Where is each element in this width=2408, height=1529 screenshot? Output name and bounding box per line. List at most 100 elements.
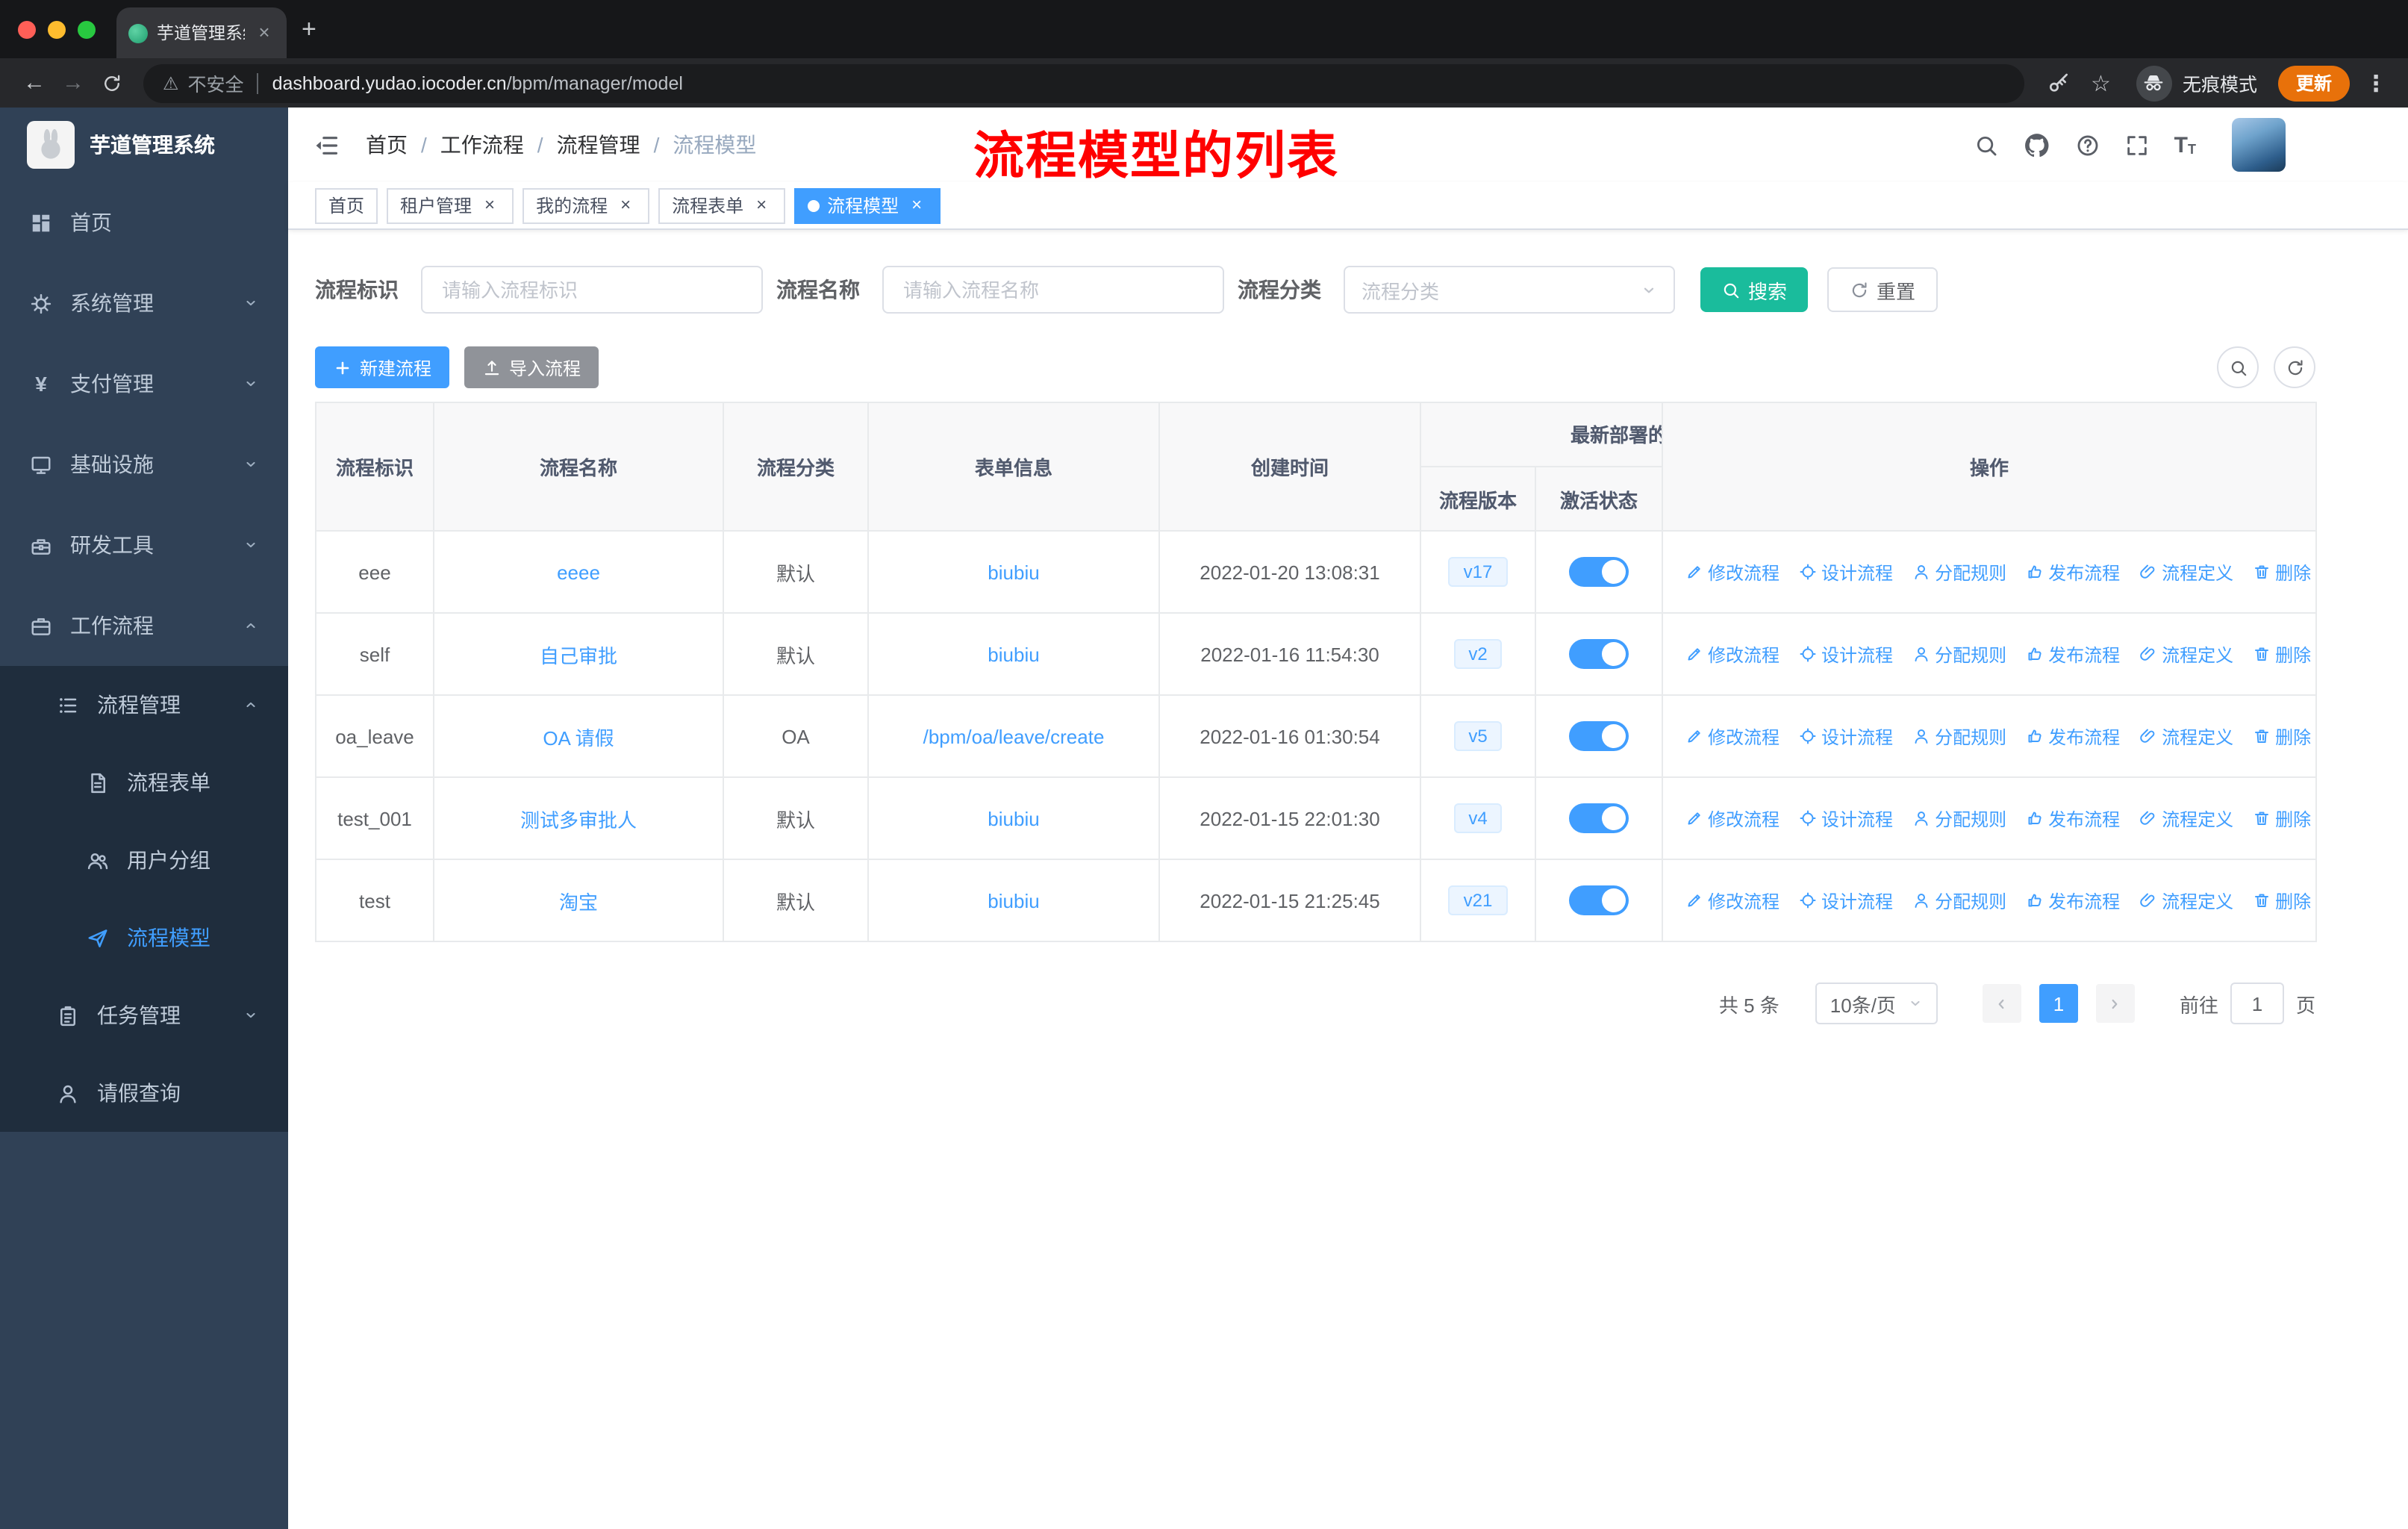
- sidebar-item-workflow[interactable]: 工作流程: [0, 585, 288, 666]
- design-process-link[interactable]: 设计流程: [1799, 888, 1893, 913]
- help-icon[interactable]: [2076, 132, 2101, 158]
- process-definition-link[interactable]: 流程定义: [2139, 641, 2233, 667]
- process-name-link[interactable]: 淘宝: [559, 891, 598, 913]
- password-key-icon[interactable]: [2046, 71, 2070, 95]
- form-link[interactable]: /bpm/oa/leave/create: [923, 725, 1105, 747]
- publish-process-link[interactable]: 发布流程: [2026, 888, 2120, 913]
- sidebar-item-devtools[interactable]: 研发工具: [0, 505, 288, 585]
- form-link[interactable]: biubiu: [988, 889, 1039, 912]
- sidebar-item-leave-query[interactable]: 请假查询: [0, 1054, 288, 1132]
- toggle-search-button[interactable]: [2217, 346, 2259, 388]
- process-name-link[interactable]: 测试多审批人: [520, 809, 637, 831]
- back-button[interactable]: ←: [15, 70, 54, 96]
- new-tab-button[interactable]: +: [302, 14, 316, 44]
- tag-process-form[interactable]: 流程表单 ×: [658, 187, 786, 223]
- assign-rule-link[interactable]: 分配规则: [1912, 888, 2006, 913]
- form-link[interactable]: biubiu: [988, 643, 1039, 665]
- assign-rule-link[interactable]: 分配规则: [1912, 641, 2006, 667]
- modify-process-link[interactable]: 修改流程: [1685, 888, 1780, 913]
- minimize-window-button[interactable]: [48, 20, 66, 38]
- design-process-link[interactable]: 设计流程: [1799, 723, 1893, 749]
- process-name-link[interactable]: 自己审批: [540, 644, 617, 667]
- page-size-select[interactable]: 10条/页: [1815, 983, 1938, 1024]
- sidebar-item-process-model[interactable]: 流程模型: [0, 899, 288, 977]
- import-process-button[interactable]: 导入流程: [464, 346, 599, 388]
- sidebar-item-process-management[interactable]: 流程管理: [0, 666, 288, 744]
- sidebar-item-process-form[interactable]: 流程表单: [0, 744, 288, 821]
- assign-rule-link[interactable]: 分配规则: [1912, 723, 2006, 749]
- browser-menu-icon[interactable]: ⋮: [2365, 69, 2387, 96]
- process-key-input[interactable]: [421, 266, 763, 314]
- breadcrumb-home[interactable]: 首页: [366, 130, 408, 160]
- tab-close-icon[interactable]: ×: [254, 22, 275, 43]
- delete-link[interactable]: 删除: [2253, 806, 2311, 831]
- search-icon[interactable]: [1974, 132, 2000, 158]
- reload-button[interactable]: [93, 72, 131, 93]
- close-icon[interactable]: ×: [906, 194, 927, 216]
- design-process-link[interactable]: 设计流程: [1799, 641, 1893, 667]
- avatar[interactable]: [2232, 118, 2286, 172]
- sidebar-item-payment[interactable]: ¥ 支付管理: [0, 343, 288, 424]
- delete-link[interactable]: 删除: [2253, 888, 2311, 913]
- publish-process-link[interactable]: 发布流程: [2026, 723, 2120, 749]
- process-definition-link[interactable]: 流程定义: [2139, 723, 2233, 749]
- sidebar-item-infrastructure[interactable]: 基础设施: [0, 424, 288, 505]
- active-toggle[interactable]: [1569, 803, 1629, 833]
- sidebar-item-task-management[interactable]: 任务管理: [0, 977, 288, 1054]
- collapse-sidebar-icon[interactable]: [312, 131, 340, 159]
- category-select[interactable]: 流程分类: [1344, 266, 1675, 314]
- design-process-link[interactable]: 设计流程: [1799, 559, 1893, 585]
- refresh-table-button[interactable]: [2274, 346, 2315, 388]
- assign-rule-link[interactable]: 分配规则: [1912, 806, 2006, 831]
- process-definition-link[interactable]: 流程定义: [2139, 888, 2233, 913]
- modify-process-link[interactable]: 修改流程: [1685, 641, 1780, 667]
- active-toggle[interactable]: [1569, 721, 1629, 751]
- active-toggle[interactable]: [1569, 885, 1629, 915]
- publish-process-link[interactable]: 发布流程: [2026, 641, 2120, 667]
- tag-my-process[interactable]: 我的流程 ×: [523, 187, 650, 223]
- page-number-button[interactable]: 1: [2039, 984, 2078, 1023]
- close-icon[interactable]: ×: [615, 194, 636, 216]
- goto-page-input[interactable]: [2230, 983, 2284, 1024]
- process-definition-link[interactable]: 流程定义: [2139, 806, 2233, 831]
- forward-button[interactable]: →: [54, 70, 93, 96]
- tag-process-model[interactable]: 流程模型 ×: [794, 187, 941, 223]
- create-process-button[interactable]: 新建流程: [315, 346, 450, 388]
- prev-page-button[interactable]: [1982, 984, 2021, 1023]
- sidebar-item-home[interactable]: 首页: [0, 182, 288, 263]
- active-toggle[interactable]: [1569, 557, 1629, 587]
- close-icon[interactable]: ×: [479, 194, 500, 216]
- breadcrumb-workflow[interactable]: 工作流程: [440, 130, 524, 160]
- modify-process-link[interactable]: 修改流程: [1685, 559, 1780, 585]
- breadcrumb-process-management[interactable]: 流程管理: [557, 130, 640, 160]
- process-name-input[interactable]: [882, 266, 1224, 314]
- modify-process-link[interactable]: 修改流程: [1685, 723, 1780, 749]
- fullscreen-window-button[interactable]: [78, 20, 96, 38]
- address-bar[interactable]: ⚠ 不安全 dashboard.yudao.iocoder.cn/bpm/man…: [143, 63, 2024, 102]
- sidebar-item-system[interactable]: 系统管理: [0, 263, 288, 343]
- close-icon[interactable]: ×: [751, 194, 772, 216]
- bookmark-star-icon[interactable]: ☆: [2091, 69, 2111, 96]
- search-button[interactable]: 搜索: [1700, 267, 1809, 312]
- tag-tenant-management[interactable]: 租户管理 ×: [387, 187, 514, 223]
- delete-link[interactable]: 删除: [2253, 559, 2311, 585]
- publish-process-link[interactable]: 发布流程: [2026, 559, 2120, 585]
- sidebar-item-user-group[interactable]: 用户分组: [0, 821, 288, 899]
- font-size-icon[interactable]: TT: [2174, 134, 2196, 156]
- update-button[interactable]: 更新: [2277, 65, 2350, 101]
- form-link[interactable]: biubiu: [988, 807, 1039, 829]
- assign-rule-link[interactable]: 分配规则: [1912, 559, 2006, 585]
- github-icon[interactable]: [2024, 131, 2052, 159]
- design-process-link[interactable]: 设计流程: [1799, 806, 1893, 831]
- process-definition-link[interactable]: 流程定义: [2139, 559, 2233, 585]
- fullscreen-icon[interactable]: [2125, 132, 2150, 158]
- active-toggle[interactable]: [1569, 639, 1629, 669]
- next-page-button[interactable]: [2095, 984, 2135, 1023]
- delete-link[interactable]: 删除: [2253, 641, 2311, 667]
- modify-process-link[interactable]: 修改流程: [1685, 806, 1780, 831]
- delete-link[interactable]: 删除: [2253, 723, 2311, 749]
- close-window-button[interactable]: [18, 20, 36, 38]
- browser-tab[interactable]: 芋道管理系统 ×: [116, 7, 287, 58]
- process-name-link[interactable]: OA 请假: [543, 726, 614, 749]
- tag-home[interactable]: 首页: [315, 187, 378, 223]
